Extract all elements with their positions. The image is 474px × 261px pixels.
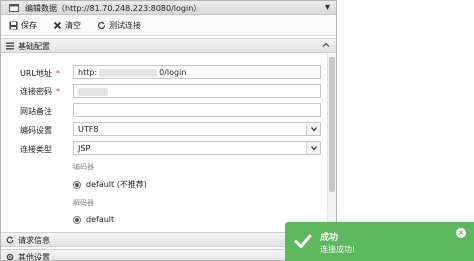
dialog-title: 编辑数据（http://81.70.248.223:8080/login）	[25, 4, 202, 13]
password-input[interactable]	[73, 84, 321, 98]
refresh-icon	[6, 236, 14, 244]
save-label: 保存	[21, 21, 37, 30]
note-input[interactable]	[73, 103, 321, 117]
chevron-down-icon	[306, 123, 320, 135]
type-label: 连接类型	[20, 145, 52, 154]
toast-close-icon[interactable]: ×	[456, 228, 466, 238]
gear-icon	[6, 253, 14, 260]
section-basic-label: 基础配置	[18, 42, 50, 51]
encoding-label: 编码设置	[20, 126, 52, 135]
encoding-select[interactable]: UTF8	[73, 122, 321, 136]
toast-message: 连接成功!	[320, 245, 356, 254]
radio-selected-icon	[73, 215, 81, 224]
save-icon	[9, 21, 18, 30]
test-label: 测试连接	[109, 21, 141, 30]
dialog-close-icon[interactable]: ▾	[325, 2, 330, 13]
password-label: 连接密码 *	[20, 87, 60, 96]
section-other-label: 其他设置	[18, 253, 50, 261]
refresh-icon	[97, 21, 106, 30]
url-label: URL地址 *	[20, 69, 60, 78]
success-toast: 成功 连接成功! ×	[285, 222, 474, 261]
list-icon	[6, 42, 14, 50]
decoder-radio-default[interactable]: default	[73, 215, 114, 224]
url-input[interactable]: http: 0/login	[73, 65, 321, 79]
encoder-option-label: default (不推荐)	[86, 180, 147, 189]
checkmark-icon	[293, 231, 313, 251]
encoder-radio-default[interactable]: default (不推荐)	[73, 179, 147, 190]
redacted-password	[78, 87, 108, 96]
dialog-titlebar: 编辑数据（http://81.70.248.223:8080/login） ▾	[1, 1, 336, 15]
toolbar: 保存 清空 测试连接	[1, 15, 336, 36]
clear-button[interactable]: 清空	[53, 18, 81, 33]
encoder-caption: 编码器	[73, 163, 94, 171]
chevron-up-icon	[322, 41, 330, 51]
basic-config-form: URL地址 * http: 0/login 连接密码 * 网站备注 编码设置 UTF8…	[1, 53, 326, 231]
decoder-option-label: default	[86, 215, 115, 224]
connection-type-select[interactable]: JSP	[73, 141, 321, 155]
scrollbar-thumb[interactable]	[329, 57, 335, 192]
form-scrollbar[interactable]	[327, 53, 336, 231]
save-button[interactable]: 保存	[9, 18, 37, 33]
test-connection-button[interactable]: 测试连接	[97, 18, 141, 33]
type-value: JSP	[78, 144, 91, 153]
encoding-value: UTF8	[78, 125, 99, 134]
redacted-host	[99, 68, 158, 77]
clear-label: 清空	[65, 21, 81, 30]
close-icon	[53, 21, 62, 30]
chevron-down-icon	[306, 142, 320, 154]
window-icon	[9, 4, 19, 12]
radio-selected-icon	[73, 180, 81, 189]
section-basic-config[interactable]: 基础配置	[1, 38, 336, 53]
toast-title: 成功	[320, 233, 339, 243]
note-label: 网站备注	[20, 107, 52, 116]
decoder-caption: 解码器	[73, 199, 94, 207]
section-request-label: 请求信息	[18, 236, 50, 245]
